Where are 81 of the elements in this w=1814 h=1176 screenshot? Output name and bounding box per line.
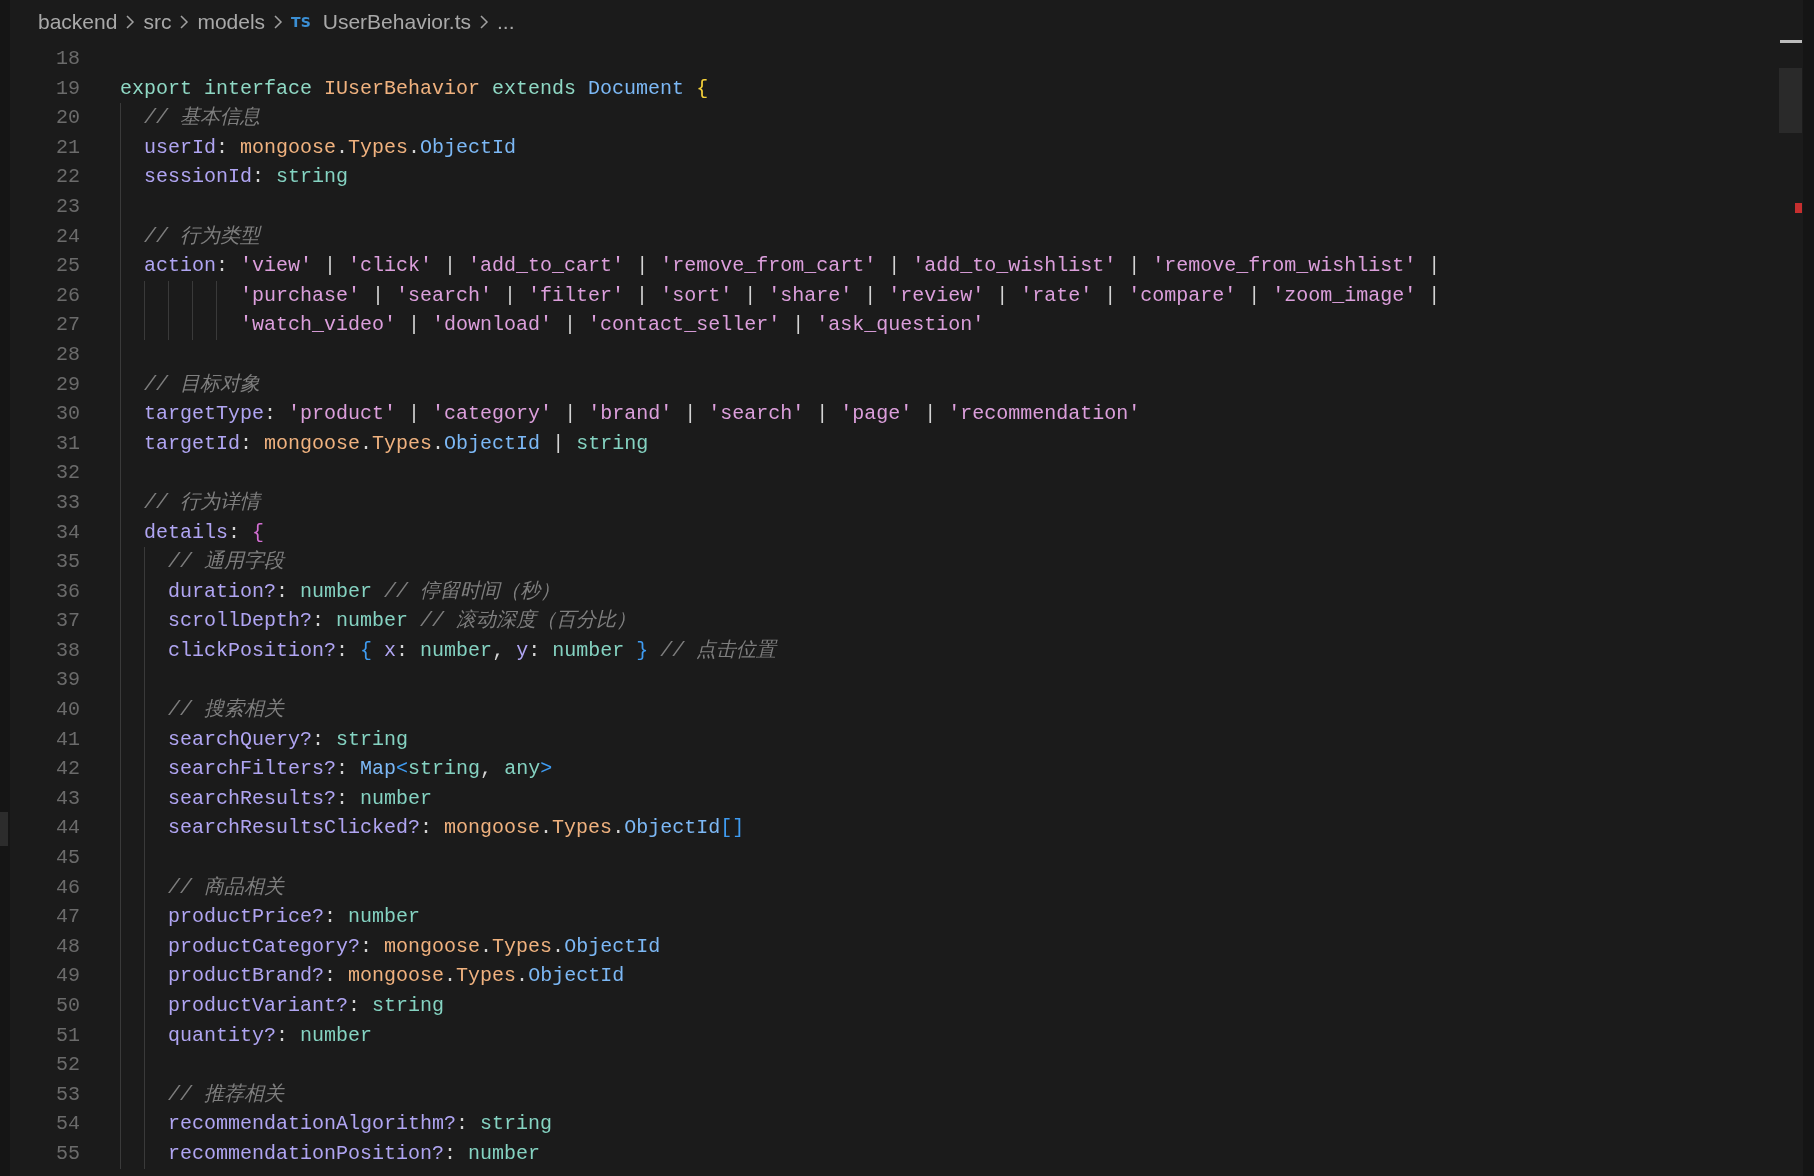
line-number: 35 xyxy=(55,549,80,576)
line-number: 19 xyxy=(55,75,80,102)
line-number: 45 xyxy=(55,845,80,872)
line-number: 33 xyxy=(55,489,80,516)
line-number: 18 xyxy=(55,46,80,72)
line-number: 28 xyxy=(55,341,80,368)
code-line: // 商品相关 xyxy=(167,875,284,899)
line-number: 31 xyxy=(55,430,80,457)
line-number: 44 xyxy=(55,815,80,842)
chevron-icon xyxy=(479,14,489,30)
overview-ruler-mark xyxy=(1780,40,1802,43)
line-number: 49 xyxy=(55,963,80,990)
code-line: searchFilters?: Map<string, any> xyxy=(167,757,553,781)
line-number: 51 xyxy=(55,1022,80,1049)
code-line: 'watch_video' | 'download' | 'contact_seller' | 'ask_question' xyxy=(239,313,985,337)
line-number: 38 xyxy=(55,637,80,664)
line-number: 22 xyxy=(55,164,80,191)
breadcrumb-item[interactable]: src xyxy=(143,10,172,34)
line-number: 46 xyxy=(55,874,80,901)
line-number: 41 xyxy=(55,726,80,753)
code-line: productPrice?: number xyxy=(167,905,421,929)
line-number: 39 xyxy=(55,667,80,694)
breadcrumb-item[interactable]: UserBehavior.ts xyxy=(322,10,471,34)
typescript-file-icon: TS xyxy=(291,14,311,30)
line-number: 30 xyxy=(55,401,80,428)
line-number: 43 xyxy=(55,785,80,812)
line-number: 34 xyxy=(55,519,80,546)
code-line: // 搜索相关 xyxy=(167,698,284,722)
code-line: sessionId: string xyxy=(143,165,349,189)
breadcrumb-item[interactable]: ... xyxy=(497,10,515,34)
code-line: quantity?: number xyxy=(167,1023,373,1047)
line-number: 21 xyxy=(55,134,80,161)
line-number: 48 xyxy=(55,933,80,960)
code-line: searchResults?: number xyxy=(167,786,433,810)
code-line: // 行为类型 xyxy=(143,224,260,248)
chevron-icon xyxy=(273,14,284,30)
code-line: clickPosition?: { x: number, y: number } // 点击位置 xyxy=(167,638,777,662)
breadcrumb-item[interactable]: backend xyxy=(38,10,118,34)
code-line: action: 'view' | 'click' | 'add_to_cart' | 'remove_from_cart' | 'add_to_wishlist' | 'remove_from_wishlist' | xyxy=(143,254,1441,278)
line-number: 24 xyxy=(55,223,80,250)
line-number: 36 xyxy=(55,578,80,605)
code-line: recommendationPosition?: number xyxy=(167,1141,541,1165)
line-number: 42 xyxy=(55,756,80,783)
code-line: searchQuery?: string xyxy=(167,727,409,751)
code-line: userId: mongoose.Types.ObjectId xyxy=(143,135,517,159)
code-line: recommendationAlgorithm?: string xyxy=(167,1112,553,1136)
code-line: // 基本信息 xyxy=(143,106,260,130)
line-number: 40 xyxy=(55,697,80,724)
line-number: 54 xyxy=(55,1111,80,1138)
line-number: 29 xyxy=(55,371,80,398)
line-number: 20 xyxy=(55,105,80,132)
code-line: 'purchase' | 'search' | 'filter' | 'sort' | 'share' | 'review' | 'rate' | 'compare' | 'zoom_image' | xyxy=(239,283,1441,307)
code-line: // 行为详情 xyxy=(143,490,260,514)
code-line: productVariant?: string xyxy=(167,994,445,1017)
error-marker xyxy=(1795,203,1802,213)
line-number: 25 xyxy=(55,253,80,280)
line-number: 27 xyxy=(55,312,80,339)
code-line: targetId: mongoose.Types.ObjectId | string xyxy=(143,431,649,455)
line-number: 23 xyxy=(55,193,80,220)
code-line: scrollDepth?: number // 滚动深度（百分比） xyxy=(167,609,637,633)
code-line: productCategory?: mongoose.Types.ObjectId xyxy=(167,934,661,958)
code-line: // 通用字段 xyxy=(167,550,284,574)
code-line: // 推荐相关 xyxy=(167,1082,284,1106)
line-number: 53 xyxy=(55,1081,80,1108)
chevron-icon xyxy=(125,14,136,30)
line-number: 37 xyxy=(55,608,80,635)
code-line: searchResultsClicked?: mongoose.Types.ObjectId[] xyxy=(167,816,745,840)
chevron-icon xyxy=(179,14,190,30)
code-line: details: { xyxy=(143,520,265,544)
code-line: targetType: 'product' | 'category' | 'brand' | 'search' | 'page' | 'recommendation' xyxy=(143,402,1141,426)
code-line: export interface IUserBehavior extends Document { xyxy=(120,76,709,100)
code-line: productBrand?: mongoose.Types.ObjectId xyxy=(167,964,625,988)
code-line: // 目标对象 xyxy=(143,372,260,396)
line-number: 52 xyxy=(55,1052,80,1079)
line-number: 26 xyxy=(55,282,80,309)
line-number: 47 xyxy=(55,904,80,931)
code-line: duration?: number // 停留时间（秒） xyxy=(167,579,561,603)
line-number: 55 xyxy=(55,1140,80,1167)
line-number: 32 xyxy=(55,460,80,487)
line-number: 50 xyxy=(55,993,80,1019)
breadcrumb-item[interactable]: models xyxy=(197,10,266,34)
